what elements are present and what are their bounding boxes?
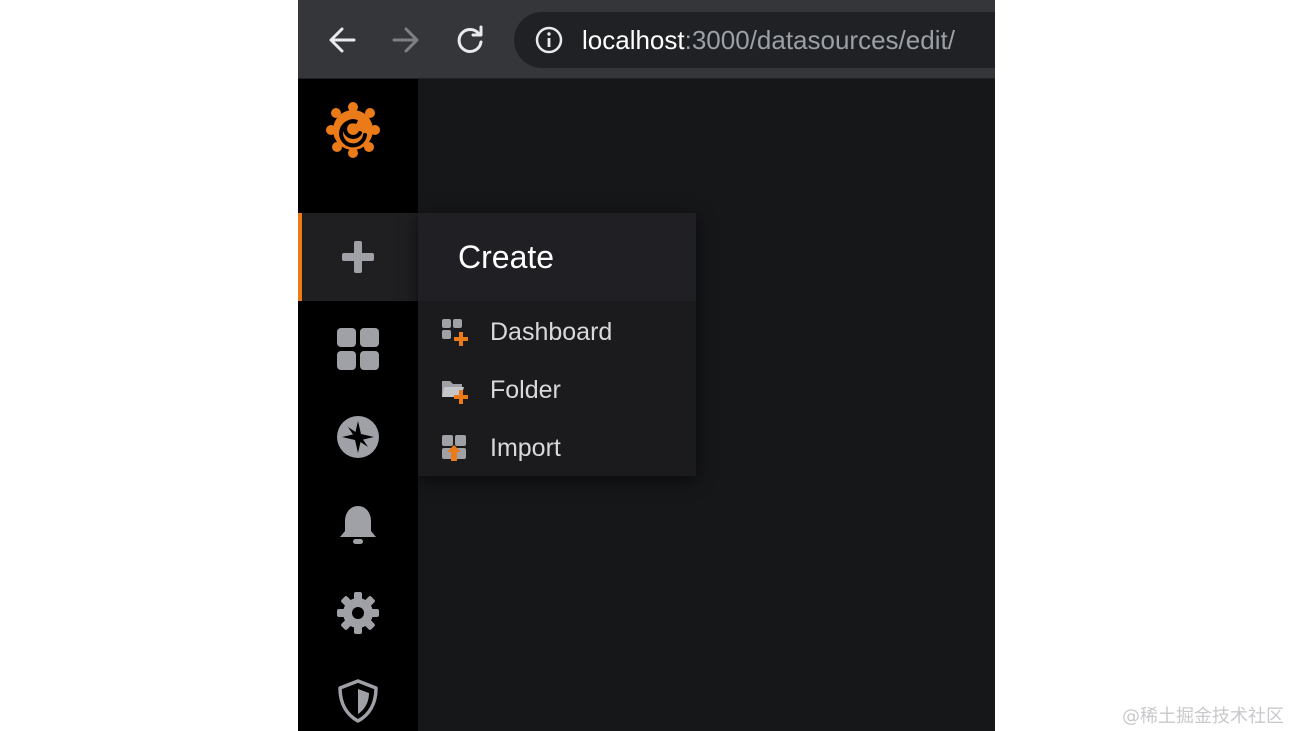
folder-add-icon — [442, 381, 468, 404]
import-icon — [442, 435, 466, 461]
grafana-logo-icon[interactable] — [323, 99, 383, 159]
menu-item-dashboard[interactable]: Dashboard — [418, 303, 696, 361]
grafana-sidebar — [298, 79, 418, 731]
url-path: :3000/datasources/edit/ — [684, 25, 955, 55]
sidebar-item-dashboards[interactable] — [298, 305, 418, 393]
sidebar-item-create[interactable] — [298, 213, 418, 301]
menu-item-folder-label: Folder — [490, 376, 561, 404]
shield-icon — [338, 679, 378, 723]
compass-icon — [337, 416, 379, 458]
arrow-right-icon — [392, 27, 419, 53]
bell-icon — [340, 506, 376, 544]
watermark: @稀土掘金技术社区 — [1122, 706, 1284, 727]
create-menu-header[interactable]: Create — [418, 213, 696, 301]
sidebar-item-explore[interactable] — [298, 393, 418, 481]
menu-item-import[interactable]: Import — [418, 419, 696, 477]
forward-button[interactable] — [388, 22, 424, 58]
menu-item-dashboard-label: Dashboard — [490, 318, 613, 346]
menu-item-import-label: Import — [490, 434, 561, 462]
info-icon[interactable] — [534, 25, 564, 55]
back-button[interactable] — [324, 22, 360, 58]
url-text[interactable]: localhost:3000/datasources/edit/ — [582, 12, 955, 68]
plus-icon — [342, 241, 374, 273]
sidebar-item-alerting[interactable] — [298, 481, 418, 569]
browser-screen: localhost:3000/datasources/edit/ Create … — [298, 0, 995, 731]
sidebar-item-configuration[interactable] — [298, 569, 418, 657]
browser-toolbar: localhost:3000/datasources/edit/ — [298, 0, 995, 79]
create-dropdown-menu: Create Dashboard Folder Import — [418, 213, 696, 476]
sidebar-item-server-admin[interactable] — [298, 657, 418, 731]
menu-item-folder[interactable]: Folder — [418, 361, 696, 419]
url-host: localhost — [582, 25, 685, 55]
reload-button[interactable] — [452, 22, 488, 58]
reload-icon — [457, 25, 483, 53]
create-menu-title: Create — [458, 239, 555, 275]
dashboards-grid-icon — [337, 328, 379, 370]
dashboard-add-icon — [442, 319, 468, 346]
gear-icon — [337, 592, 379, 634]
address-bar[interactable]: localhost:3000/datasources/edit/ — [514, 12, 995, 68]
arrow-left-icon — [329, 27, 356, 53]
